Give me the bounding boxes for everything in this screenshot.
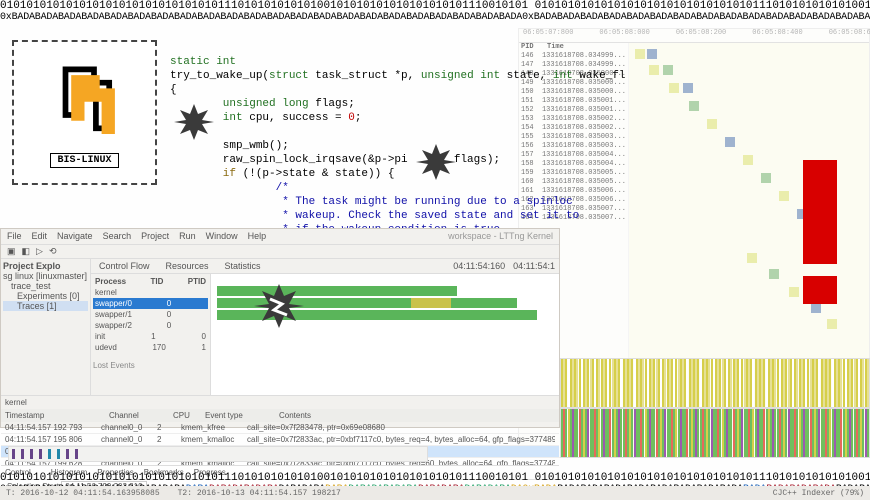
menu-file[interactable]: File <box>7 231 22 242</box>
kernel-tab-label[interactable]: kernel <box>5 398 27 407</box>
event-row[interactable]: 04:11:54.157 192 793channel0_02kmem_kfre… <box>1 422 559 434</box>
binary-banner-top: 0101010101010101010101010101010101110101… <box>0 0 870 12</box>
bis-linux-logo: BIS-LINUX <box>12 40 157 185</box>
hex-banner-top: 0xBADABADABADABADABADABADABADABADABADABA… <box>0 12 870 24</box>
explorer-tab[interactable]: Project Explo <box>3 261 88 271</box>
lost-events-label: Lost Events <box>93 361 208 370</box>
tree-row[interactable]: swapper/20 <box>93 320 208 331</box>
events-table-header: Timestamp Channel CPU Event type Content… <box>1 409 559 422</box>
cpu-band-lower[interactable] <box>560 408 870 458</box>
toolbar-icon[interactable]: ⟲ <box>49 246 57 257</box>
time-tick: 06:05:08:600 <box>829 29 870 42</box>
resource-bands[interactable] <box>560 358 870 458</box>
cpu-band-upper[interactable] <box>560 358 870 408</box>
event-row[interactable]: 04:11:54.157 195 806channel0_02kmem_kmal… <box>1 434 559 446</box>
menu-search[interactable]: Search <box>103 231 132 242</box>
toolbar-icon[interactable]: ▣ <box>7 246 16 257</box>
ide-status-bar: T: 2016-10-12 04:11:54.163958085 T2: 201… <box>0 486 870 500</box>
menu-project[interactable]: Project <box>141 231 169 242</box>
tree-row[interactable]: udevd1701 <box>93 342 208 353</box>
explorer-item[interactable]: Traces [1] <box>3 301 88 311</box>
time-tick: 06:05:08:200 <box>676 29 726 42</box>
menu-help[interactable]: Help <box>248 231 267 242</box>
menu-window[interactable]: Window <box>206 231 238 242</box>
tab-resources[interactable]: Resources <box>162 261 213 271</box>
process-tree[interactable]: ProcessTIDPTID kernel swapper/00 swapper… <box>91 274 211 395</box>
burst-icon <box>414 144 458 180</box>
status-t1: T: 2016-10-12 04:11:54.163958085 <box>6 489 160 498</box>
time-left: 04:11:54:160 <box>453 261 505 271</box>
explorer-item[interactable]: sg linux [linuxmaster] <box>3 271 88 281</box>
gantt-time-ruler: 06:05:07:800 06:05:08:000 06:05:08:200 0… <box>519 29 869 43</box>
tree-row[interactable]: swapper/00 <box>93 298 208 309</box>
menu-navigate[interactable]: Navigate <box>57 231 93 242</box>
status-t2: T2: 2016-10-13 04:11:54.157 198217 <box>178 489 341 498</box>
toolbar-icon[interactable]: ▷ <box>36 246 43 257</box>
time-right: 04:11:54:1 <box>513 261 555 271</box>
window-title-suffix: workspace - LTTng Kernel <box>448 231 553 242</box>
view-tabs[interactable]: Control Flow Resources Statistics 04:11:… <box>91 259 559 274</box>
explorer-item[interactable]: trace_test <box>3 281 88 291</box>
status-indexer: CJC++ Indexer (79%) <box>773 489 864 498</box>
toolbar-icon[interactable]: ◧ <box>22 246 31 257</box>
histogram-mini[interactable] <box>8 446 428 462</box>
burst-lightning-icon <box>252 284 306 328</box>
menu-edit[interactable]: Edit <box>32 231 48 242</box>
tab-control-flow[interactable]: Control Flow <box>95 261 154 271</box>
time-tick: 06:05:07:800 <box>523 29 573 42</box>
time-tick: 06:05:08:400 <box>752 29 802 42</box>
binary-banner-bottom: 0101010101010101010101010101010101110101… <box>0 472 870 484</box>
tree-row[interactable]: swapper/10 <box>93 309 208 320</box>
explorer-item[interactable]: Experiments [0] <box>3 291 88 301</box>
burst-icon <box>172 104 216 140</box>
menu-run[interactable]: Run <box>179 231 196 242</box>
alert-exclaim-icon <box>795 160 845 310</box>
ide-toolbar[interactable]: ▣ ◧ ▷ ⟲ <box>1 245 559 259</box>
tree-row[interactable]: init10 <box>93 331 208 342</box>
project-explorer[interactable]: Project Explo sg linux [linuxmaster] tra… <box>1 259 91 395</box>
tab-statistics[interactable]: Statistics <box>221 261 265 271</box>
ide-menubar[interactable]: File Edit Navigate Search Project Run Wi… <box>1 229 559 245</box>
tree-row[interactable]: kernel <box>93 287 208 298</box>
time-tick: 06:05:08:000 <box>599 29 649 42</box>
logo-caption: BIS-LINUX <box>50 153 118 168</box>
